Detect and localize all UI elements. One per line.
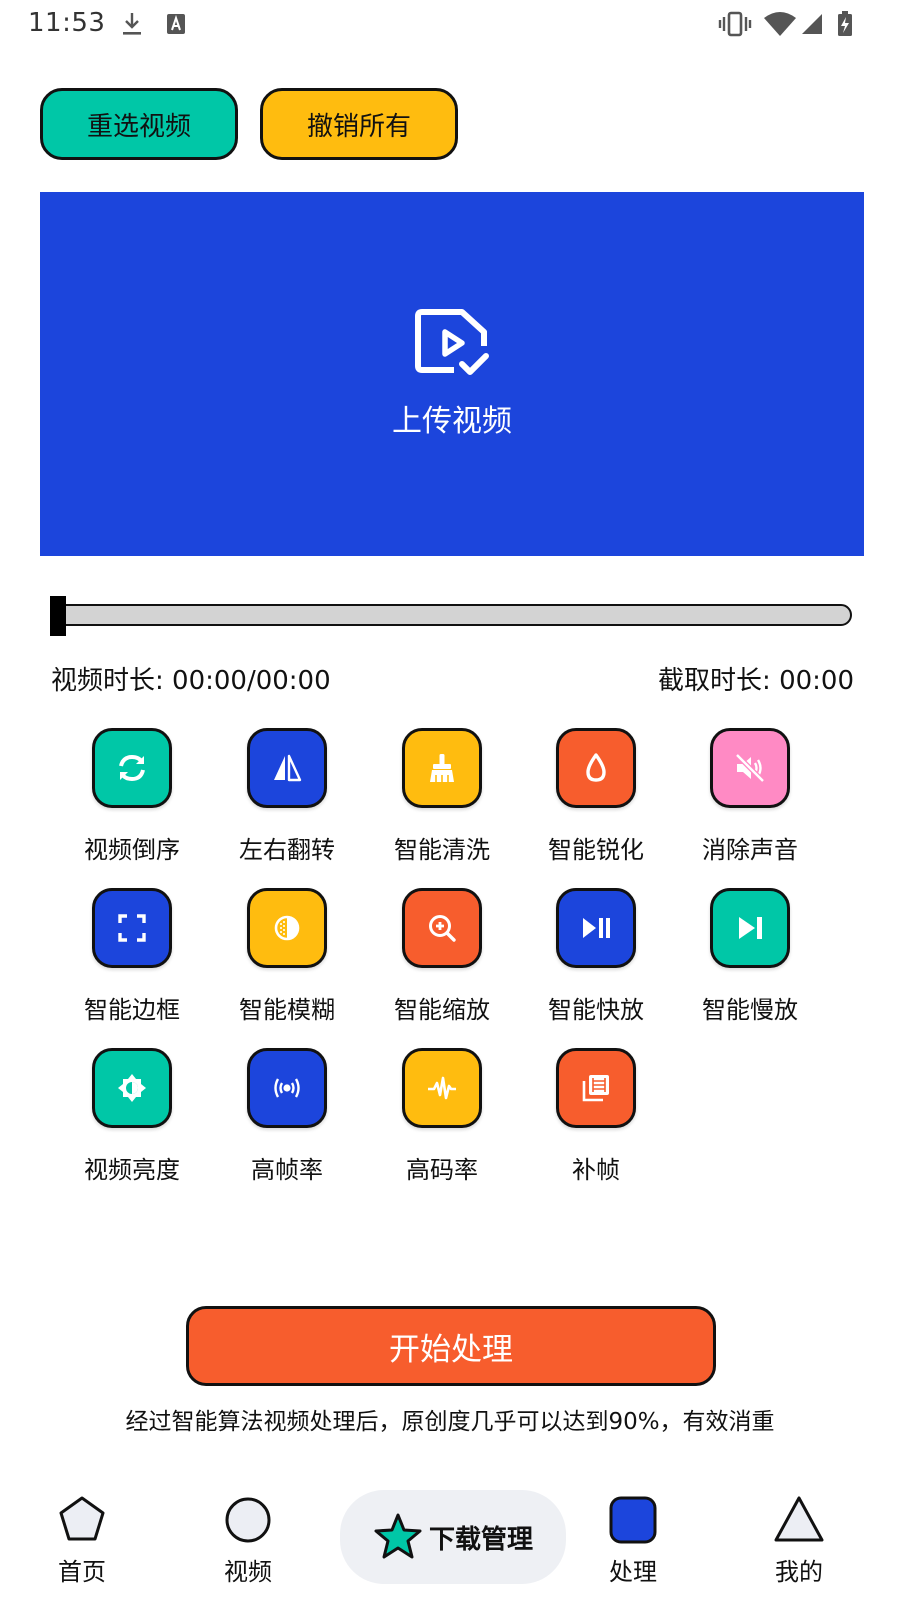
status-bar: 11:53 <box>0 0 900 50</box>
video-progress-handle[interactable] <box>50 596 66 636</box>
undo-all-button[interactable]: 撤销所有 <box>260 88 458 160</box>
nav-item-profile[interactable]: 我的 <box>744 1494 854 1587</box>
tool-icon-box <box>710 888 790 968</box>
tool-label: 智能慢放 <box>702 996 798 1024</box>
film-stack-icon <box>582 1075 609 1102</box>
tool-label: 智能边框 <box>84 996 180 1024</box>
tool-icon-box <box>92 728 172 808</box>
text-a-icon <box>167 14 185 34</box>
broadcast-icon <box>274 1078 300 1098</box>
tool-icon-box <box>556 888 636 968</box>
tool-brightness[interactable]: 视频亮度 <box>62 1048 202 1188</box>
refresh-icon <box>119 754 145 782</box>
start-processing-button[interactable]: 开始处理 <box>186 1306 716 1386</box>
drop-icon <box>586 753 606 782</box>
nav-label: 视频 <box>224 1558 272 1586</box>
tool-flip[interactable]: 左右翻转 <box>217 728 357 868</box>
tool-clean[interactable]: 智能清洗 <box>372 728 512 868</box>
tool-fast-play[interactable]: 智能快放 <box>526 888 666 1028</box>
tool-label: 智能锐化 <box>548 836 644 864</box>
waveform-icon <box>428 1076 456 1100</box>
brightness-icon <box>118 1074 146 1102</box>
tool-label: 智能清洗 <box>394 836 490 864</box>
tool-icon-box <box>402 1048 482 1128</box>
tool-icon-box <box>556 728 636 808</box>
battery-charging-icon <box>838 11 852 36</box>
zoom-in-icon <box>429 915 456 942</box>
triangle-icon <box>774 1496 824 1542</box>
nav-label: 处理 <box>609 1558 657 1586</box>
status-time: 11:53 <box>28 8 106 38</box>
tool-slow-play[interactable]: 智能慢放 <box>680 888 820 1028</box>
tool-frame-interpolation[interactable]: 补帧 <box>526 1048 666 1188</box>
tool-blur[interactable]: 智能模糊 <box>217 888 357 1028</box>
tool-reverse[interactable]: 视频倒序 <box>62 728 202 868</box>
upload-video-label: 上传视频 <box>392 404 512 439</box>
nav-item-process[interactable]: 处理 <box>578 1494 688 1587</box>
mute-icon <box>735 753 765 783</box>
circle-icon <box>225 1497 271 1543</box>
tool-label: 高帧率 <box>251 1156 323 1184</box>
pentagon-icon <box>59 1496 105 1541</box>
tool-label: 智能模糊 <box>239 996 335 1024</box>
flip-icon <box>274 754 302 782</box>
tool-icon-box <box>92 888 172 968</box>
tool-high-bitrate[interactable]: 高码率 <box>372 1048 512 1188</box>
tool-label: 消除声音 <box>702 836 798 864</box>
tool-label: 视频倒序 <box>84 836 180 864</box>
tool-label: 视频亮度 <box>84 1156 180 1184</box>
skip-next-icon <box>739 917 762 939</box>
footnote-text: 经过智能算法视频处理后，原创度几乎可以达到90%，有效消重 <box>125 1409 775 1435</box>
nav-item-video[interactable]: 视频 <box>193 1494 303 1587</box>
blur-icon <box>274 915 300 941</box>
video-progress-track[interactable] <box>52 604 852 626</box>
frame-corners-icon <box>118 914 146 942</box>
tool-sharpen[interactable]: 智能锐化 <box>526 728 666 868</box>
nav-item-home[interactable]: 首页 <box>27 1494 137 1587</box>
video-file-check-icon <box>415 309 489 375</box>
tool-label: 补帧 <box>572 1156 620 1184</box>
wifi-icon <box>764 12 796 36</box>
tool-mute[interactable]: 消除声音 <box>680 728 820 868</box>
tool-icon-box <box>247 888 327 968</box>
tool-icon-box <box>247 1048 327 1128</box>
play-pause-icon <box>583 918 610 938</box>
tool-icon-box <box>92 1048 172 1128</box>
tool-border[interactable]: 智能边框 <box>62 888 202 1028</box>
tool-label: 高码率 <box>406 1156 478 1184</box>
reselect-video-button[interactable]: 重选视频 <box>40 88 238 160</box>
tool-high-fps[interactable]: 高帧率 <box>217 1048 357 1188</box>
tool-icon-box <box>710 728 790 808</box>
nav-label: 下载管理 <box>428 1524 533 1555</box>
download-icon <box>123 13 141 35</box>
nav-label: 我的 <box>775 1558 823 1586</box>
bottom-navigation: 首页 视频 下载管理 处理 我的 <box>0 1480 900 1600</box>
broom-icon <box>430 754 454 782</box>
upload-video-area[interactable]: 上传视频 <box>40 192 864 556</box>
tool-icon-box <box>556 1048 636 1128</box>
tool-label: 智能快放 <box>548 996 644 1024</box>
tool-icon-box <box>402 728 482 808</box>
vibrate-icon <box>718 11 752 37</box>
tool-zoom[interactable]: 智能缩放 <box>372 888 512 1028</box>
tool-label: 左右翻转 <box>239 836 335 864</box>
square-icon <box>609 1496 657 1544</box>
nav-label: 首页 <box>58 1558 106 1586</box>
tool-icon-box <box>247 728 327 808</box>
clip-duration-text: 截取时长: 00:00 <box>658 666 854 696</box>
star-icon <box>374 1513 422 1559</box>
tool-icon-box <box>402 888 482 968</box>
signal-icon <box>802 14 822 34</box>
tool-label: 智能缩放 <box>394 996 490 1024</box>
nav-item-download-manager[interactable]: 下载管理 <box>340 1490 566 1584</box>
video-duration-text: 视频时长: 00:00/00:00 <box>51 666 331 696</box>
